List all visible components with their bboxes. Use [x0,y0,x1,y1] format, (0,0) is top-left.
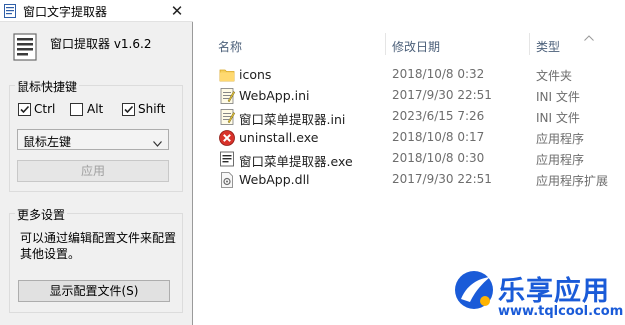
file-name: 窗口菜单提取器.exe [239,154,353,169]
file-type: 应用程序扩展 [536,174,609,188]
window-title: 窗口文字提取器 [23,5,108,19]
mouse-button-value: 鼠标左键 [23,135,72,149]
file-row[interactable]: WebApp.dll 2017/9/30 22:51 应用程序扩展 [218,170,618,191]
watermark: 乐享应用 www.tqlcool.com [452,268,625,325]
file-name: icons [239,67,272,82]
window-icon [4,4,16,18]
extractor-window: 窗口文字提取器 ✕ 窗口提取器 v1.6.2 鼠标快捷键 Ctrl Alt Sh… [0,0,193,325]
file-row[interactable]: 窗口菜单提取器.exe 2018/10/8 0:30 应用程序 [218,149,618,170]
watermark-url: www.tqlcool.com [498,304,624,319]
settings-note: 可以通过编辑配置文件来配置其他设置。 [20,231,177,261]
watermark-logo-icon [452,268,496,312]
chevron-down-icon [153,136,162,150]
hotkey-group-label: 鼠标快捷键 [15,78,80,95]
title-bar: 窗口文字提取器 ✕ [0,0,193,22]
sort-chevron-icon [584,30,594,44]
close-icon[interactable]: ✕ [166,0,188,22]
file-date: 2018/10/8 0:32 [392,67,485,81]
column-header-type[interactable]: 类型 [536,38,560,55]
dll-file-icon [218,171,236,189]
app-icon [13,33,37,61]
watermark-title: 乐享应用 [498,276,610,307]
column-header-name[interactable]: 名称 [218,38,242,55]
file-row[interactable]: 窗口菜单提取器.ini 2023/6/15 7:26 INI 文件 [218,107,618,128]
shift-checkbox[interactable] [122,103,135,116]
app-name: 窗口提取器 v1.6.2 [50,37,152,51]
column-divider[interactable] [529,33,530,55]
alt-checkbox[interactable] [70,103,83,116]
file-date: 2018/10/8 0:17 [392,130,485,144]
file-type: 应用程序 [536,132,585,146]
column-divider[interactable] [385,33,386,55]
file-type: 应用程序 [536,153,585,167]
file-type: INI 文件 [536,90,580,104]
file-name: WebApp.ini [239,88,310,103]
file-type: INI 文件 [536,111,580,125]
app-exe-icon [218,150,236,168]
file-row[interactable]: uninstall.exe 2018/10/8 0:17 应用程序 [218,128,618,149]
uninstall-icon [218,129,236,147]
ctrl-label: Ctrl [34,102,56,116]
ini-file-icon [218,87,236,105]
file-name: WebApp.dll [239,172,310,187]
more-settings-label: 更多设置 [15,206,68,223]
file-name: uninstall.exe [239,130,319,145]
file-row[interactable]: icons 2018/10/8 0:32 文件夹 [218,65,618,86]
ctrl-checkbox[interactable] [18,103,31,116]
show-config-button[interactable]: 显示配置文件(S) [18,280,170,302]
mouse-button-select[interactable]: 鼠标左键 [17,129,169,150]
column-header-date[interactable]: 修改日期 [392,38,440,55]
alt-label: Alt [87,102,104,116]
file-date: 2018/10/8 0:30 [392,151,485,165]
file-name: 窗口菜单提取器.ini [239,112,346,127]
file-type: 文件夹 [536,69,573,83]
ini-file-icon [218,108,236,126]
file-date: 2017/9/30 22:51 [392,88,492,102]
shift-label: Shift [138,102,166,116]
folder-icon [218,66,236,84]
apply-button[interactable]: 应用 [17,160,169,182]
file-row[interactable]: WebApp.ini 2017/9/30 22:51 INI 文件 [218,86,618,107]
file-date: 2017/9/30 22:51 [392,172,492,186]
file-date: 2023/6/15 7:26 [392,109,485,123]
